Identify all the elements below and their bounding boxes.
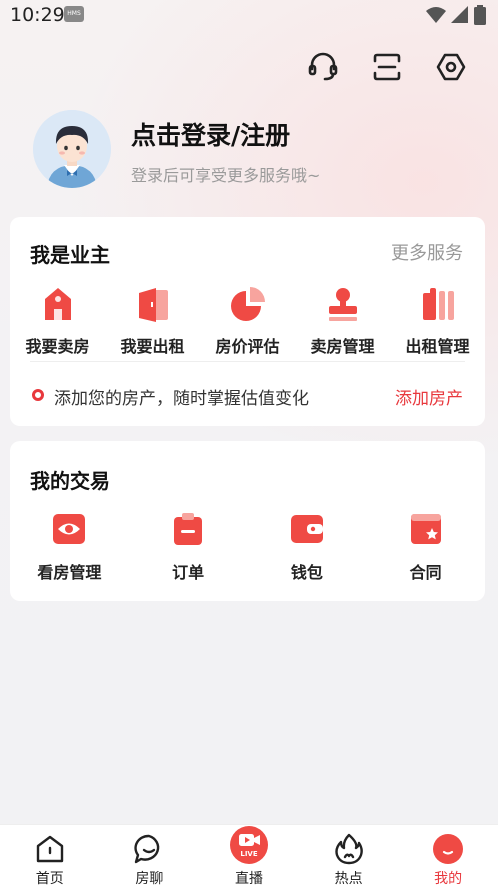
owner-item-label: 出租管理 — [405, 337, 470, 356]
contract-icon — [410, 514, 441, 544]
trade-card: 我的交易 看房管理 订单 钱包 合同 — [10, 441, 485, 601]
wallet-icon — [290, 515, 323, 543]
nav-label: 我的 — [434, 871, 463, 887]
trade-item-viewing-management[interactable]: 看房管理 — [10, 511, 129, 583]
owner-item-label: 房价评估 — [215, 337, 280, 356]
house-icon — [44, 288, 71, 320]
settings-hex-icon — [436, 53, 466, 81]
owner-item-sell-management[interactable]: 卖房管理 — [295, 285, 390, 357]
nav-label: 热点 — [334, 871, 363, 887]
nav-hot[interactable]: 热点 — [299, 825, 399, 888]
trade-grid: 看房管理 订单 钱包 合同 — [10, 511, 485, 583]
nav-mine[interactable]: 我的 — [398, 825, 498, 888]
nav-home[interactable]: 首页 — [0, 825, 100, 888]
avatar[interactable] — [33, 110, 111, 188]
stamp-icon — [328, 288, 357, 321]
door-icon — [138, 288, 168, 322]
signal-icon — [451, 6, 468, 23]
wifi-icon — [426, 7, 446, 23]
bars-icon — [422, 288, 454, 320]
owner-item-label: 卖房管理 — [310, 337, 375, 356]
clipboard-icon — [174, 513, 203, 545]
live-icon: LIVE — [229, 826, 268, 864]
owner-item-label: 我要卖房 — [25, 337, 90, 356]
nav-label: 房聊 — [135, 871, 164, 887]
home-icon — [36, 835, 63, 863]
login-register-link[interactable]: 点击登录/注册 — [131, 116, 290, 152]
scan-button[interactable] — [370, 50, 404, 84]
owner-card-title: 我是业主 — [30, 243, 110, 267]
trade-item-label: 合同 — [409, 563, 442, 582]
headset-icon — [308, 52, 338, 81]
nav-label: 直播 — [234, 871, 263, 887]
owner-item-label: 我要出租 — [120, 337, 185, 356]
settings-button[interactable] — [434, 50, 468, 84]
profile-icon — [433, 834, 464, 864]
eye-icon — [53, 514, 86, 544]
chat-icon — [134, 834, 160, 864]
trade-item-label: 看房管理 — [37, 563, 102, 582]
owner-item-sell-house[interactable]: 我要卖房 — [10, 285, 105, 357]
nav-chat[interactable]: 房聊 — [100, 825, 200, 888]
status-icons — [426, 5, 486, 25]
owner-services-grid: 我要卖房 我要出租 房价评估 卖房管理 出租管理 — [10, 285, 485, 357]
trade-item-label: 钱包 — [290, 563, 323, 582]
flame-icon — [334, 833, 363, 865]
more-services-link[interactable]: 更多服务 — [391, 239, 463, 265]
live-badge-text: LIVE — [240, 850, 257, 858]
owner-item-price-estimate[interactable]: 房价评估 — [200, 285, 295, 357]
trade-item-contract[interactable]: 合同 — [366, 511, 485, 583]
trade-item-wallet[interactable]: 钱包 — [248, 511, 367, 583]
tip-dot-icon — [32, 389, 44, 401]
pie-chart-icon — [230, 287, 265, 321]
trade-item-orders[interactable]: 订单 — [129, 511, 248, 583]
owner-card: 我是业主 更多服务 我要卖房 我要出租 房价评估 卖房管理 出租管理 添加您的房… — [10, 217, 485, 426]
trade-item-label: 订单 — [172, 563, 205, 582]
bottom-nav: 首页 房聊 LIVE 直播 热点 我的 — [0, 824, 498, 888]
status-bar: 10:29 HMS — [0, 0, 498, 30]
owner-item-rent-out[interactable]: 我要出租 — [105, 285, 200, 357]
top-actions — [306, 50, 468, 84]
login-subtitle: 登录后可享受更多服务哦~ — [131, 166, 321, 185]
add-property-tip: 添加您的房产，随时掌握估值变化 — [54, 389, 309, 409]
status-time: 10:29 — [10, 4, 65, 26]
default-avatar-icon — [33, 110, 111, 188]
trade-card-title: 我的交易 — [30, 469, 110, 493]
owner-item-rent-management[interactable]: 出租管理 — [390, 285, 485, 357]
add-property-link[interactable]: 添加房产 — [395, 384, 463, 409]
hms-badge: HMS — [64, 6, 84, 22]
nav-live[interactable]: LIVE 直播 — [199, 825, 299, 888]
divider — [30, 361, 465, 362]
battery-icon — [474, 5, 486, 25]
nav-label: 首页 — [35, 871, 64, 887]
customer-service-button[interactable] — [306, 50, 340, 84]
scan-icon — [373, 53, 401, 81]
